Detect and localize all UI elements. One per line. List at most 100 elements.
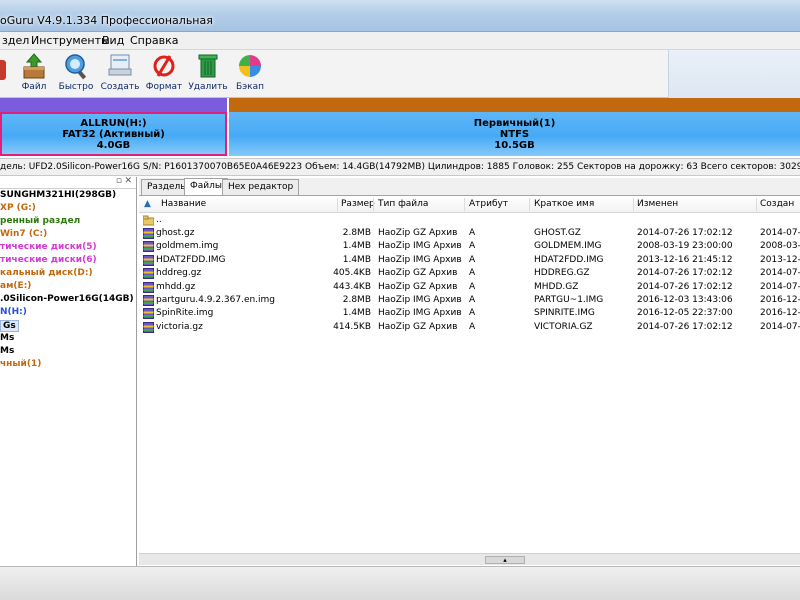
file-row[interactable]: hddreg.gz 405.4KB HaoZip GZ Архив A HDDREG.G…: [139, 267, 800, 280]
archive-file-icon: [143, 254, 154, 266]
parent-dir-row[interactable]: ..: [139, 214, 800, 227]
file-size-cell: 414.5KB: [333, 321, 371, 332]
format-icon: [149, 52, 179, 80]
close-icon[interactable]: ✕: [124, 177, 132, 186]
menu-partition[interactable]: здел: [2, 34, 29, 47]
file-short-cell: MHDD.GZ: [534, 281, 579, 292]
file-short-cell: SPINRITE.IMG: [534, 308, 595, 319]
col-separator: [373, 198, 374, 211]
file-attr-cell: A: [469, 241, 476, 252]
partition-size: 10.5GB: [494, 140, 535, 151]
col-type[interactable]: Тип файла: [378, 199, 428, 209]
file-row[interactable]: victoria.gz 414.5KB HaoZip GZ Архив A VICTOR…: [139, 321, 800, 334]
file-created-cell: 2014-07-2: [760, 228, 800, 238]
status-bar: [0, 566, 800, 600]
file-size-cell: 1.4MB: [342, 308, 371, 319]
tree-item[interactable]: ренный раздел: [0, 216, 80, 226]
tree-item[interactable]: Ms: [0, 346, 14, 356]
scroll-grip-icon[interactable]: ▴: [485, 556, 525, 564]
folder-up-icon: [142, 215, 155, 226]
toolbar-panel: [668, 50, 800, 98]
file-row[interactable]: mhdd.gz 443.4KB HaoZip GZ Архив A MHDD.GZ 201…: [139, 281, 800, 294]
file-list: ▲ Название Размер Тип файла Атрибут Крат…: [139, 195, 800, 553]
disk-tree-panel: ▫ ✕ SUNGHM321HI(298GB) XP (G:) ренный разд…: [0, 177, 137, 566]
sort-up-icon: ▲: [144, 199, 151, 209]
col-short-name[interactable]: Краткое имя: [534, 199, 594, 209]
col-name[interactable]: Название: [161, 199, 206, 209]
tab-hex-editor[interactable]: Hex редактор: [222, 179, 300, 195]
format-button-label: Формат: [145, 82, 183, 92]
tree-item[interactable]: ам(E:): [0, 281, 31, 291]
partition-band: [0, 98, 227, 112]
create-button[interactable]: Создать: [100, 52, 140, 96]
file-short-cell: PARTGU~1.IMG: [534, 295, 604, 305]
tree-item[interactable]: .0Silicon-Power16G(14GB): [0, 294, 134, 304]
col-separator: [756, 198, 757, 211]
file-button[interactable]: Файл: [14, 52, 54, 96]
tree-pin-icon[interactable]: ▫: [116, 177, 122, 186]
file-row[interactable]: ghost.gz 2.8MB HaoZip GZ Архив A GHOST.GZ 201…: [139, 227, 800, 240]
col-modified[interactable]: Изменен: [637, 199, 678, 209]
quick-button[interactable]: Быстро: [56, 52, 96, 96]
toolbar-partial-icon: [0, 60, 6, 80]
file-row[interactable]: goldmem.img 1.4MB HaoZip IMG Архив A GOLDMEM…: [139, 240, 800, 253]
file-size-cell: 1.4MB: [342, 241, 371, 252]
tree-item[interactable]: тические диски(6): [0, 255, 97, 265]
file-row[interactable]: partguru.4.9.2.367.en.img 2.8MB HaoZip IMG…: [139, 294, 800, 307]
file-attr-cell: A: [469, 295, 476, 305]
file-modified-cell: 2014-07-26 17:02:12: [637, 321, 733, 332]
horizontal-scrollbar[interactable]: ▴: [139, 553, 800, 565]
tree-item[interactable]: SUNGHM321HI(298GB): [0, 190, 116, 200]
file-name-cell: HDAT2FDD.IMG: [156, 254, 226, 265]
tree-item[interactable]: чный(1): [0, 359, 41, 369]
box-upload-icon: [19, 52, 49, 80]
file-size-cell: 1.4MB: [342, 254, 371, 265]
file-short-cell: GHOST.GZ: [534, 228, 581, 238]
col-attr[interactable]: Атрибут: [469, 199, 508, 209]
tree-item[interactable]: N(H:): [0, 307, 27, 317]
file-modified-cell: 2014-07-26 17:02:12: [637, 268, 733, 279]
tree-header: ▫ ✕: [0, 177, 136, 189]
file-modified-cell: 2008-03-19 23:00:00: [637, 241, 733, 252]
backup-button[interactable]: Бэкап: [230, 52, 270, 96]
file-row[interactable]: SpinRite.img 1.4MB HaoZip IMG Архив A SPINRI…: [139, 307, 800, 320]
file-type-cell: HaoZip IMG Архив: [378, 295, 462, 305]
tree-item[interactable]: тические диски(5): [0, 242, 97, 252]
tree-item[interactable]: Ms: [0, 333, 14, 343]
tree-item[interactable]: XP (G:): [0, 203, 36, 213]
file-attr-cell: A: [469, 281, 476, 292]
file-type-cell: HaoZip GZ Архив: [378, 281, 458, 292]
tree-item[interactable]: кальный диск(D:): [0, 268, 93, 278]
col-separator: [633, 198, 634, 211]
file-created-cell: 2016-12-0: [760, 308, 800, 319]
file-row[interactable]: HDAT2FDD.IMG 1.4MB HaoZip IMG Архив A HDAT2F…: [139, 254, 800, 267]
partition-block-allrun[interactable]: ALLRUN(H:) FAT32 (Активный) 4.0GB: [0, 98, 227, 156]
trash-icon: [193, 52, 223, 80]
backup-button-label: Бэкап: [236, 82, 264, 92]
file-modified-cell: 2016-12-05 22:37:00: [637, 308, 733, 319]
file-attr-cell: A: [469, 321, 476, 332]
file-modified-cell: 2014-07-26 17:02:12: [637, 228, 733, 238]
menu-tools[interactable]: Инструменты: [31, 34, 110, 47]
tree-item[interactable]: Gs: [0, 320, 19, 332]
partition-name: Первичный(1): [473, 118, 556, 129]
col-created[interactable]: Создан: [760, 199, 794, 209]
menu-help[interactable]: Справка: [130, 34, 178, 47]
file-list-header: ▲ Название Размер Тип файла Атрибут Крат…: [139, 196, 800, 213]
file-type-cell: HaoZip GZ Архив: [378, 321, 458, 332]
format-button[interactable]: Формат: [144, 52, 184, 96]
menu-view[interactable]: Вид: [102, 34, 124, 47]
archive-file-icon: [143, 281, 154, 293]
archive-file-icon: [143, 295, 154, 306]
create-button-label: Создать: [100, 82, 140, 92]
file-type-cell: HaoZip IMG Архив: [378, 308, 462, 319]
backup-icon: [235, 52, 265, 80]
quick-button-label: Быстро: [58, 82, 94, 92]
file-created-cell: 2013-12-1: [760, 254, 800, 265]
col-separator: [337, 198, 338, 211]
tree-item[interactable]: Win7 (C:): [0, 229, 47, 239]
col-size[interactable]: Размер: [341, 199, 375, 209]
delete-button[interactable]: Удалить: [188, 52, 228, 96]
partition-block-primary[interactable]: Первичный(1) NTFS 10.5GB: [229, 98, 800, 156]
file-created-cell: 2008-03-1: [760, 241, 800, 252]
